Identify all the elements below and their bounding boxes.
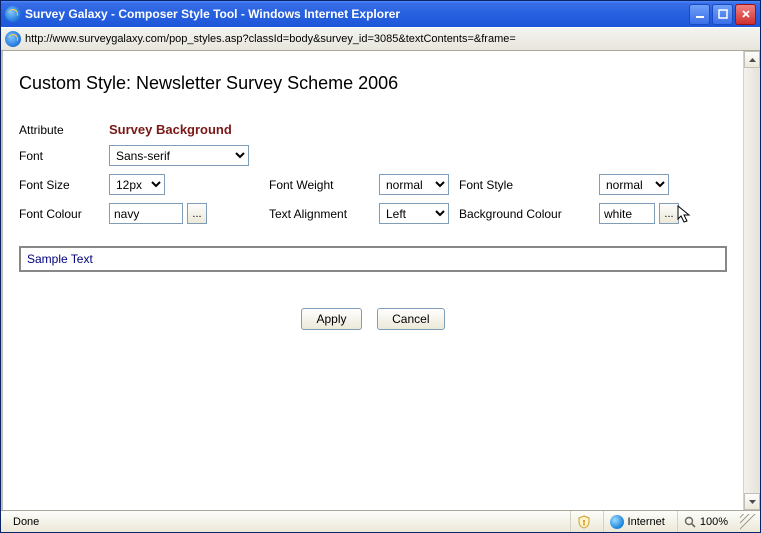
attribute-value: Survey Background [109,122,679,137]
font-style-select[interactable]: normal [599,174,669,195]
zoom-cell[interactable]: 100% [677,511,734,532]
background-colour-picker-button[interactable]: ... [659,203,679,224]
window-title: Survey Galaxy - Composer Style Tool - Wi… [25,7,689,21]
page-icon [5,31,21,47]
url-field[interactable]: http://www.surveygalaxy.com/pop_styles.a… [25,33,756,45]
page-content: Custom Style: Newsletter Survey Scheme 2… [3,51,743,510]
ie-logo-icon [5,6,21,22]
font-select[interactable]: Sans-serif [109,145,249,166]
scroll-down-button[interactable] [744,493,760,510]
address-bar: http://www.surveygalaxy.com/pop_styles.a… [1,27,760,51]
label-font-colour: Font Colour [19,207,109,221]
font-weight-select[interactable]: normal [379,174,449,195]
zoom-value: 100% [700,516,728,528]
titlebar: Survey Galaxy - Composer Style Tool - Wi… [1,1,760,27]
zone-cell: Internet [603,511,671,532]
page-title: Custom Style: Newsletter Survey Scheme 2… [19,73,727,94]
style-form: Attribute Survey Background Font Sans-se… [19,122,727,224]
font-colour-input[interactable] [109,203,183,224]
sample-text-preview: Sample Text [19,246,727,272]
scroll-up-button[interactable] [744,51,760,68]
shield-icon [577,515,591,529]
cancel-button[interactable]: Cancel [377,308,444,330]
maximize-button[interactable] [712,4,733,25]
cursor-icon [677,205,693,225]
label-font-size: Font Size [19,178,109,192]
label-attribute: Attribute [19,123,109,137]
zone-label: Internet [628,516,665,528]
resize-grip-icon[interactable] [740,514,756,530]
label-background-colour: Background Colour [459,207,599,221]
minimize-button[interactable] [689,4,710,25]
status-bar: Done Internet 100% [1,510,760,532]
browser-window: Survey Galaxy - Composer Style Tool - Wi… [0,0,761,533]
font-size-select[interactable]: 12px [109,174,165,195]
globe-icon [610,515,624,529]
text-alignment-select[interactable]: Left [379,203,449,224]
close-button[interactable] [735,4,756,25]
magnifier-icon [684,516,696,528]
background-colour-input[interactable] [599,203,655,224]
label-font: Font [19,149,109,163]
vertical-scrollbar[interactable] [743,51,760,510]
apply-button[interactable]: Apply [301,308,361,330]
status-text: Done [7,511,564,532]
label-font-weight: Font Weight [269,178,379,192]
security-cell [570,511,597,532]
font-colour-picker-button[interactable]: ... [187,203,207,224]
label-text-alignment: Text Alignment [269,207,379,221]
label-font-style: Font Style [459,178,599,192]
